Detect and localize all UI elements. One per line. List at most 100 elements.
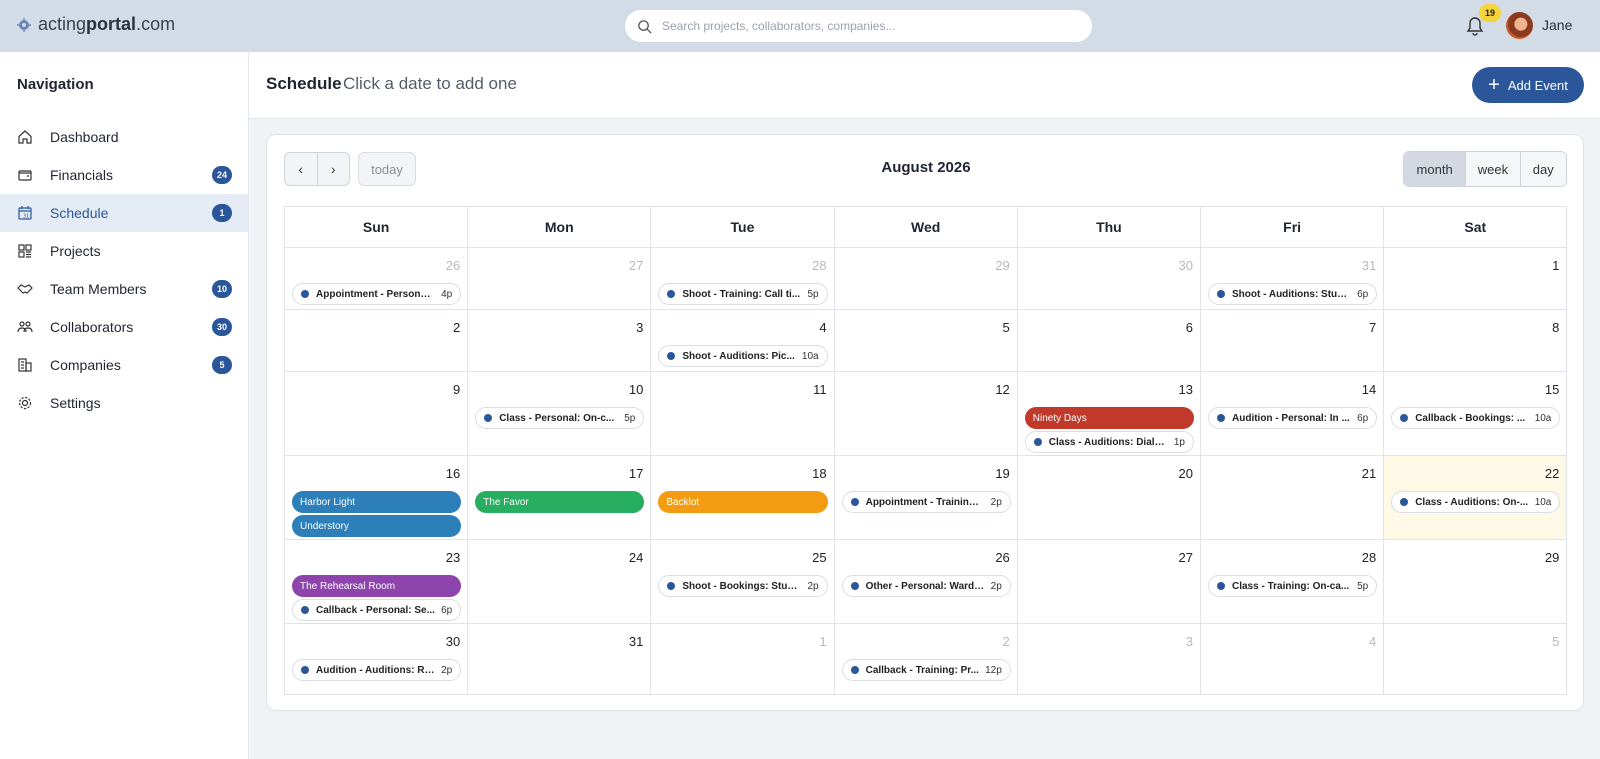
event-bar[interactable]: The Favor — [475, 491, 645, 513]
user-name[interactable]: Jane — [1542, 17, 1572, 33]
calendar-title: August 2026 — [881, 159, 971, 176]
day-cell[interactable]: 8 — [1384, 310, 1568, 372]
day-cell[interactable]: 24 — [468, 540, 652, 624]
sidebar-item-dashboard[interactable]: Dashboard — [0, 118, 248, 156]
event-pill[interactable]: Class - Training: On-ca... 5p — [1208, 575, 1378, 597]
event-title: Shoot - Auditions: Stud... — [1232, 288, 1352, 300]
day-cell[interactable]: 23 The Rehearsal Room Callback - Personal:… — [285, 540, 469, 624]
view-day-button[interactable]: day — [1520, 152, 1566, 186]
day-cell[interactable]: 1 — [1384, 248, 1568, 310]
day-cell[interactable]: 11 — [651, 372, 835, 456]
day-cell[interactable]: 31 — [468, 624, 652, 695]
event-pill[interactable]: Shoot - Training: Call ti... 5p — [658, 283, 828, 305]
day-cell[interactable]: 20 — [1017, 456, 1201, 540]
event-pill[interactable]: Class - Auditions: On-... 10a — [1391, 491, 1561, 513]
event-dot-icon — [1400, 498, 1409, 506]
day-number: 14 — [1361, 382, 1377, 397]
day-cell[interactable]: 13 Ninety Days Class - Auditions: Diale...… — [1017, 372, 1201, 456]
sidebar-item-label: Dashboard — [50, 129, 119, 145]
day-cell[interactable]: 4 Shoot - Auditions: Pic... 10a — [651, 310, 835, 372]
day-cell[interactable]: 31 Shoot - Auditions: Stud... 6p — [1201, 248, 1385, 310]
day-cell[interactable]: 18 Backlot — [651, 456, 835, 540]
logo-icon — [17, 17, 31, 32]
event-pill[interactable]: Appointment - Personal... 4p — [292, 283, 462, 305]
weekday-header: Fri — [1201, 207, 1385, 248]
day-cell[interactable]: 19 Appointment - Training:... 2p — [834, 456, 1018, 540]
day-number: 2 — [452, 320, 461, 335]
day-cell[interactable]: 29 — [1384, 540, 1568, 624]
day-cell[interactable]: 27 — [468, 248, 652, 310]
day-cell[interactable]: 2 Callback - Training: Pr... 12p — [834, 624, 1018, 695]
event-time: 6p — [441, 604, 453, 616]
weekday-header: Tue — [651, 207, 835, 248]
day-cell[interactable]: 5 — [834, 310, 1018, 372]
event-pill[interactable]: Audition - Auditions: Re... 2p — [292, 659, 462, 681]
day-cell[interactable]: 6 — [1017, 310, 1201, 372]
day-number: 2 — [1002, 634, 1010, 649]
day-cell[interactable]: 2 — [285, 310, 469, 372]
day-cell[interactable]: 1 — [651, 624, 835, 695]
event-pill[interactable]: Callback - Bookings: ... 10a — [1391, 407, 1561, 429]
event-title: Class - Auditions: Diale... — [1048, 436, 1168, 448]
day-cell[interactable]: 22 Class - Auditions: On-... 10a — [1384, 456, 1568, 540]
view-week-button[interactable]: week — [1466, 152, 1521, 186]
day-cell[interactable]: 25 Shoot - Bookings: Stud... 2p — [651, 540, 835, 624]
day-cell[interactable]: 26 Appointment - Personal... 4p — [285, 248, 469, 310]
app-logo[interactable]: acting portal .com — [16, 14, 175, 35]
day-cell[interactable]: 3 — [1017, 624, 1201, 695]
event-bar[interactable]: The Rehearsal Room — [292, 575, 462, 597]
day-cell[interactable]: 26 Other - Personal: Wardr... 2p — [834, 540, 1018, 624]
event-pill[interactable]: Callback - Training: Pr... 12p — [841, 659, 1011, 681]
day-cell[interactable]: 28 Shoot - Training: Call ti... 5p — [651, 248, 835, 310]
sidebar-item-label: Schedule — [50, 205, 109, 221]
event-pill[interactable]: Class - Auditions: Diale... 1p — [1024, 431, 1194, 453]
day-cell[interactable]: 12 — [834, 372, 1018, 456]
sidebar-item-settings[interactable]: Settings — [0, 384, 248, 422]
event-pill[interactable]: Shoot - Auditions: Pic... 10a — [658, 345, 828, 367]
day-cell[interactable]: 3 — [468, 310, 652, 372]
page-header: Schedule Click a date to add one + Add E… — [249, 52, 1600, 119]
day-cell[interactable]: 4 — [1201, 624, 1385, 695]
day-cell[interactable]: 16 Harbor Light Understory — [285, 456, 469, 540]
day-cell[interactable]: 30 Audition - Auditions: Re... 2p — [285, 624, 469, 695]
day-cell[interactable]: 14 Audition - Personal: In ... 6p — [1201, 372, 1385, 456]
wallet-icon — [18, 170, 32, 181]
day-cell[interactable]: 21 — [1201, 456, 1385, 540]
event-pill[interactable]: Callback - Personal: Se... 6p — [292, 599, 462, 621]
sidebar-item-collaborators[interactable]: Collaborators 30 — [0, 308, 248, 346]
event-time: 6p — [1357, 288, 1369, 300]
event-dot-icon — [301, 606, 309, 614]
search-input[interactable]: Search projects, collaborators, companie… — [625, 10, 1092, 42]
event-pill[interactable]: Appointment - Training:... 2p — [841, 491, 1011, 513]
day-cell[interactable]: 29 — [834, 248, 1018, 310]
day-cell[interactable]: 17 The Favor — [468, 456, 652, 540]
event-pill[interactable]: Shoot - Bookings: Stud... 2p — [658, 575, 828, 597]
event-bar[interactable]: Understory — [292, 515, 462, 537]
day-number: 31 — [628, 634, 644, 649]
sidebar-item-schedule[interactable]: 31 Schedule 1 — [0, 194, 248, 232]
day-cell[interactable]: 15 Callback - Bookings: ... 10a — [1384, 372, 1568, 456]
event-pill[interactable]: Class - Personal: On-c... 5p — [475, 407, 645, 429]
sidebar-item-companies[interactable]: Companies 5 — [0, 346, 248, 384]
view-month-button[interactable]: month — [1404, 152, 1467, 186]
avatar[interactable] — [1506, 12, 1533, 39]
sidebar-item-projects[interactable]: Projects — [0, 232, 248, 270]
day-cell[interactable]: 5 — [1384, 624, 1568, 695]
day-number: 1 — [1552, 258, 1560, 273]
event-bar[interactable]: Backlot — [658, 491, 828, 513]
weekday-header: Thu — [1017, 207, 1201, 248]
day-cell[interactable]: 27 — [1017, 540, 1201, 624]
event-pill[interactable]: Other - Personal: Wardr... 2p — [841, 575, 1011, 597]
event-pill[interactable]: Audition - Personal: In ... 6p — [1208, 407, 1378, 429]
day-cell[interactable]: 28 Class - Training: On-ca... 5p — [1201, 540, 1385, 624]
event-bar[interactable]: Ninety Days — [1024, 407, 1194, 429]
day-cell[interactable]: 7 — [1201, 310, 1385, 372]
event-bar[interactable]: Harbor Light — [292, 491, 462, 513]
sidebar-item-financials[interactable]: Financials 24 — [0, 156, 248, 194]
day-cell[interactable]: 10 Class - Personal: On-c... 5p — [468, 372, 652, 456]
day-cell[interactable]: 9 — [285, 372, 469, 456]
event-pill[interactable]: Shoot - Auditions: Stud... 6p — [1208, 283, 1378, 305]
add-event-button[interactable]: + Add Event — [1472, 67, 1584, 103]
sidebar-item-team-members[interactable]: Team Members 10 — [0, 270, 248, 308]
day-cell[interactable]: 30 — [1017, 248, 1201, 310]
